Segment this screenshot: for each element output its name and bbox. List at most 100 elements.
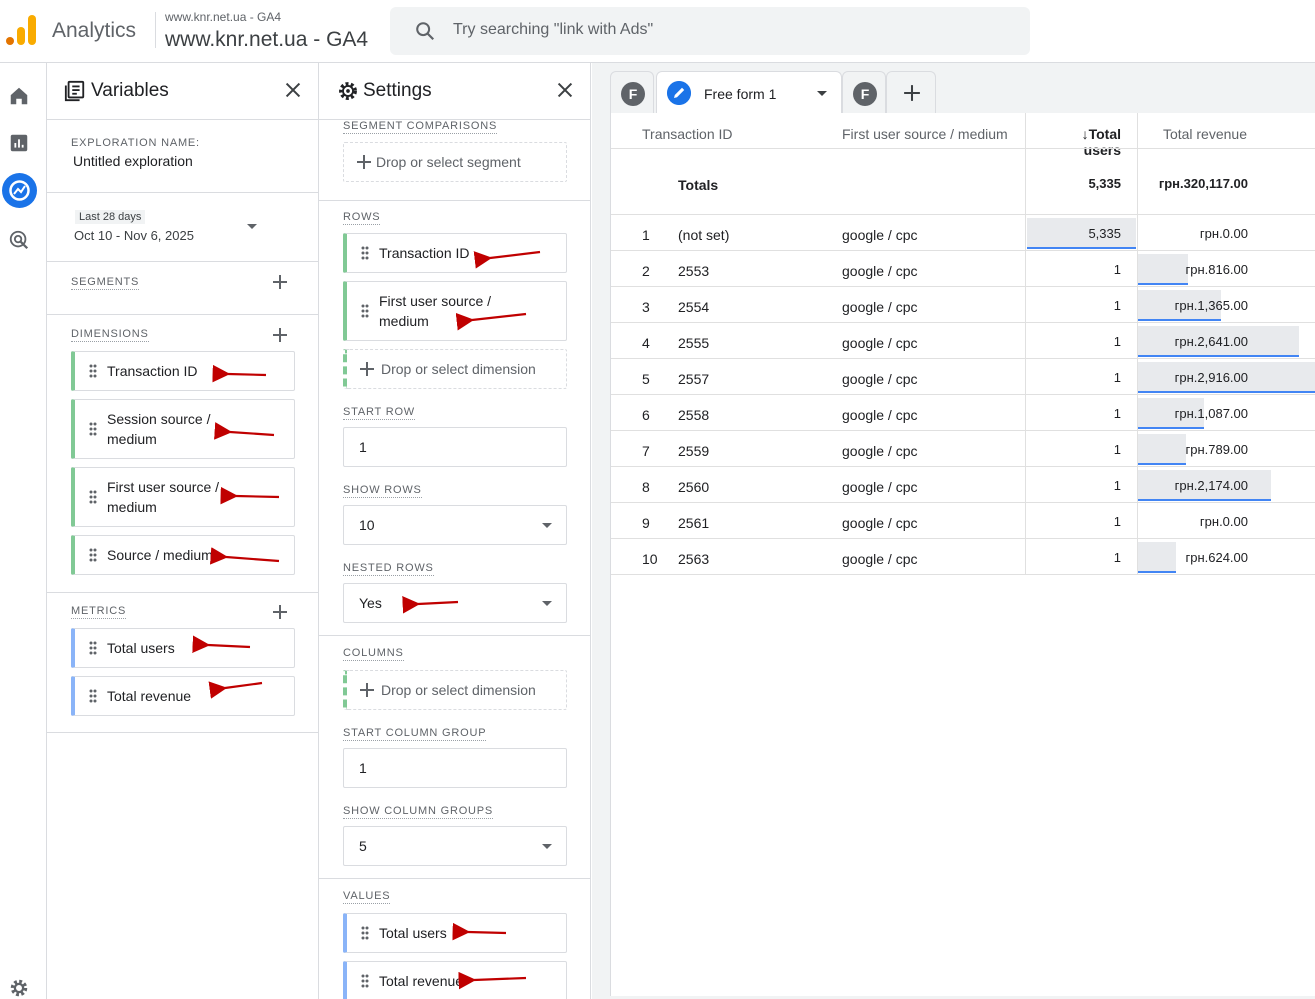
add-dimension-plus-icon[interactable] bbox=[272, 327, 288, 343]
dimension-label: Source / medium bbox=[107, 547, 213, 563]
table-row[interactable]: 2 2553 google / cpc 1 грн.816.00 bbox=[611, 251, 1315, 287]
total-users-cell: 1 bbox=[1113, 262, 1121, 277]
metric-chip-total-revenue[interactable]: Total revenue bbox=[71, 676, 295, 716]
search-input[interactable]: Try searching "link with Ads" bbox=[453, 21, 653, 39]
tab-technique-f-2[interactable]: F bbox=[842, 71, 886, 113]
segments-label: SEGMENTS bbox=[71, 276, 140, 290]
total-revenue-cell: грн.816.00 bbox=[1185, 262, 1248, 277]
nested-rows-select[interactable]: Yes bbox=[343, 583, 567, 623]
dimension-label: medium bbox=[107, 431, 157, 447]
row-number: 6 bbox=[642, 407, 650, 423]
header-label: Total users bbox=[1083, 126, 1121, 158]
source-medium-cell: google / cpc bbox=[842, 551, 918, 567]
dimension-label: First user source / bbox=[107, 479, 220, 495]
date-range-picker[interactable]: Last 28 days Oct 10 - Nov 6, 2025 bbox=[71, 206, 291, 248]
settings-panel: Settings SEGMENT COMPARISONS Drop or sel… bbox=[319, 63, 591, 999]
row-chip-transaction-id[interactable]: Transaction ID bbox=[343, 233, 567, 273]
table-row[interactable]: 5 2557 google / cpc 1 грн.2,916.00 bbox=[611, 359, 1315, 395]
divider bbox=[319, 635, 590, 636]
column-header-first-user-source-medium[interactable]: First user source / medium bbox=[842, 126, 1008, 142]
value-chip-total-users[interactable]: Total users bbox=[343, 913, 567, 953]
home-icon[interactable] bbox=[8, 85, 30, 107]
account-picker-small[interactable]: www.knr.net.ua - GA4 bbox=[165, 10, 281, 24]
drag-handle-icon[interactable] bbox=[89, 490, 97, 504]
add-tab-button[interactable] bbox=[886, 71, 936, 113]
exploration-name-input[interactable]: Untitled exploration bbox=[73, 153, 193, 169]
total-users-cell: 1 bbox=[1113, 442, 1121, 457]
tab-free-form-1[interactable]: Free form 1 bbox=[656, 71, 842, 113]
drag-handle-icon[interactable] bbox=[361, 246, 369, 260]
row-chip-first-user-source-medium[interactable]: First user source / medium bbox=[343, 281, 567, 341]
column-header-transaction-id[interactable]: Transaction ID bbox=[642, 126, 733, 142]
table-row[interactable]: 9 2561 google / cpc 1 грн.0.00 bbox=[611, 503, 1315, 539]
add-segment-plus-icon[interactable] bbox=[272, 274, 288, 290]
table-row[interactable]: 1 (not set) google / cpc 5,335 грн.0.00 bbox=[611, 215, 1315, 251]
drag-handle-icon[interactable] bbox=[89, 422, 97, 436]
total-revenue-cell: грн.2,641.00 bbox=[1174, 334, 1248, 349]
advertising-icon[interactable] bbox=[8, 229, 30, 251]
transaction-id-cell: 2558 bbox=[678, 407, 710, 423]
row-label: Transaction ID bbox=[379, 245, 470, 261]
reports-icon[interactable] bbox=[8, 132, 30, 154]
start-row-input[interactable]: 1 bbox=[343, 427, 567, 467]
revenue-bar-line bbox=[1138, 391, 1315, 393]
start-column-group-input[interactable]: 1 bbox=[343, 748, 567, 788]
dimension-label: Transaction ID bbox=[107, 363, 198, 379]
table-row[interactable]: 4 2555 google / cpc 1 грн.2,641.00 bbox=[611, 323, 1315, 359]
table-row[interactable]: 8 2560 google / cpc 1 грн.2,174.00 bbox=[611, 467, 1315, 503]
column-header-total-users[interactable]: ↓Total users bbox=[1041, 126, 1121, 158]
drop-column-dimension-target[interactable]: Drop or select dimension bbox=[343, 670, 567, 710]
dimension-chip-source-medium[interactable]: Source / medium bbox=[71, 535, 295, 575]
drag-handle-icon[interactable] bbox=[89, 364, 97, 378]
start-row-label: START ROW bbox=[343, 406, 415, 420]
table-row[interactable]: 10 2563 google / cpc 1 грн.624.00 bbox=[611, 539, 1315, 575]
total-revenue-cell: грн.2,916.00 bbox=[1174, 370, 1248, 385]
add-metric-plus-icon[interactable] bbox=[272, 604, 288, 620]
drag-handle-icon[interactable] bbox=[361, 304, 369, 318]
dimension-chip-transaction-id[interactable]: Transaction ID bbox=[71, 351, 295, 391]
drag-handle-icon[interactable] bbox=[89, 689, 97, 703]
dimension-chip-session-source-medium[interactable]: Session source / medium bbox=[71, 399, 295, 459]
analytics-logo-icon bbox=[6, 15, 36, 45]
row-label: medium bbox=[379, 313, 429, 329]
metrics-label: METRICS bbox=[71, 605, 127, 619]
show-column-groups-select[interactable]: 5 bbox=[343, 826, 567, 866]
tab-technique-f[interactable]: F bbox=[610, 71, 654, 113]
total-users-cell: 1 bbox=[1113, 550, 1121, 565]
total-users-cell: 1 bbox=[1113, 478, 1121, 493]
drag-handle-icon[interactable] bbox=[89, 548, 97, 562]
drop-segment-target[interactable]: Drop or select segment bbox=[343, 142, 567, 182]
value-chip-total-revenue[interactable]: Total revenue bbox=[343, 961, 567, 999]
drag-handle-icon[interactable] bbox=[361, 974, 369, 988]
row-number: 2 bbox=[642, 263, 650, 279]
dimension-chip-first-user-source-medium[interactable]: First user source / medium bbox=[71, 467, 295, 527]
chevron-down-icon[interactable] bbox=[817, 91, 827, 96]
revenue-bar-line bbox=[1138, 427, 1204, 429]
table-row[interactable]: 7 2559 google / cpc 1 грн.789.00 bbox=[611, 431, 1315, 467]
drag-handle-icon[interactable] bbox=[89, 641, 97, 655]
settings-header: Settings bbox=[319, 63, 590, 120]
admin-gear-icon[interactable] bbox=[8, 977, 30, 999]
search-icon bbox=[416, 22, 435, 41]
column-header-total-revenue[interactable]: Total revenue bbox=[1137, 126, 1247, 142]
search-bar[interactable]: Try searching "link with Ads" bbox=[390, 7, 1030, 55]
close-icon[interactable] bbox=[554, 79, 576, 101]
total-revenue-cell: грн.0.00 bbox=[1199, 226, 1248, 241]
account-picker[interactable]: www.knr.net.ua - GA4 bbox=[165, 28, 368, 52]
explore-icon[interactable] bbox=[2, 173, 37, 208]
drag-handle-icon[interactable] bbox=[361, 926, 369, 940]
transaction-id-cell: 2563 bbox=[678, 551, 710, 567]
source-medium-cell: google / cpc bbox=[842, 443, 918, 459]
show-rows-select[interactable]: 10 bbox=[343, 505, 567, 545]
total-revenue-cell: грн.2,174.00 bbox=[1174, 478, 1248, 493]
settings-title: Settings bbox=[363, 80, 432, 101]
totals-label: Totals bbox=[678, 177, 719, 193]
close-icon[interactable] bbox=[282, 79, 304, 101]
table-row[interactable]: 6 2558 google / cpc 1 грн.1,087.00 bbox=[611, 395, 1315, 431]
source-medium-cell: google / cpc bbox=[842, 371, 918, 387]
drop-row-dimension-target[interactable]: Drop or select dimension bbox=[343, 349, 567, 389]
total-revenue-cell: грн.1,365.00 bbox=[1174, 298, 1248, 313]
chevron-down-icon bbox=[542, 844, 552, 849]
metric-chip-total-users[interactable]: Total users bbox=[71, 628, 295, 668]
table-row[interactable]: 3 2554 google / cpc 1 грн.1,365.00 bbox=[611, 287, 1315, 323]
